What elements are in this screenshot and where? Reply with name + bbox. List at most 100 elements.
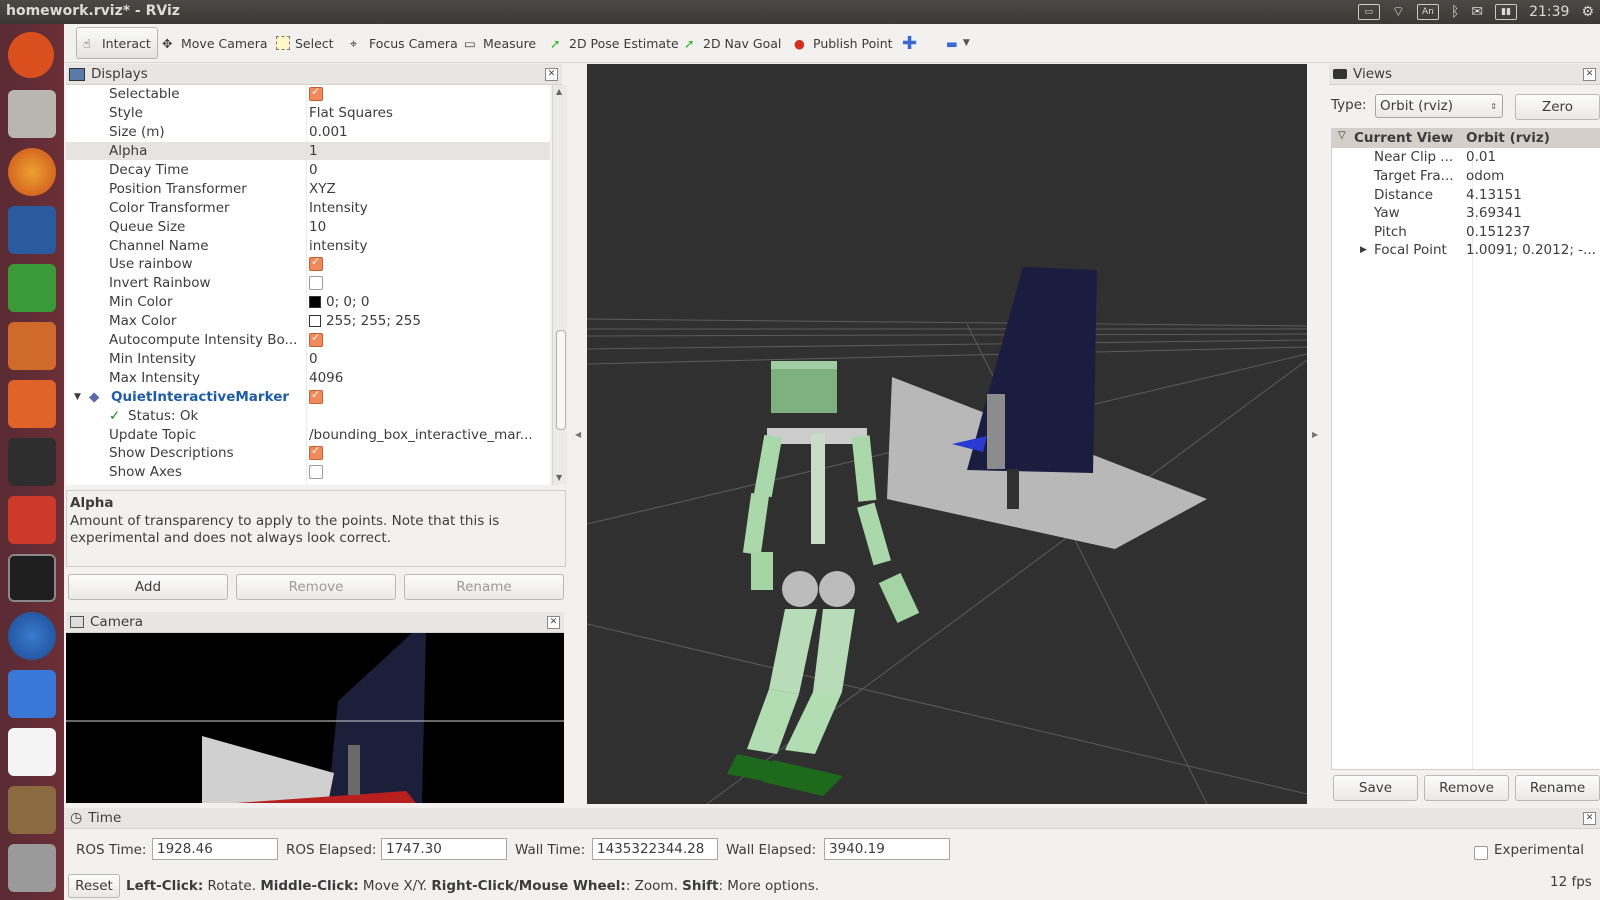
display-property-row[interactable]: Max Intensity 4096 [66, 369, 550, 388]
property-checkbox[interactable] [309, 276, 323, 291]
view-property-row[interactable]: Distance 4.13151 [1332, 185, 1600, 204]
property-value[interactable]: 4096 [309, 370, 343, 386]
interact-tool-button[interactable]: ☝ Interact [76, 27, 158, 59]
display-property-row[interactable]: Queue Size 10 [66, 217, 550, 236]
display-property-row[interactable]: Color Transformer Intensity [66, 198, 550, 217]
display-property-row[interactable]: Show Axes [66, 463, 550, 482]
property-value[interactable]: 255; 255; 255 [309, 313, 421, 329]
display-property-row[interactable]: Update Topic/bounding_box_interactive_ma… [66, 425, 550, 444]
right-splitter-handle[interactable]: ▶ [1312, 430, 1318, 439]
display-property-row[interactable]: Selectable [66, 85, 550, 104]
view-property-value[interactable]: 1.0091; 0.2012; -... [1466, 242, 1596, 258]
display-property-row[interactable]: ▼ ◆ QuietInteractiveMarker [66, 387, 550, 406]
property-value[interactable]: 10 [309, 219, 326, 235]
wall-elapsed-field[interactable]: 3940.19 [824, 838, 950, 860]
property-value[interactable]: Flat Squares [309, 105, 393, 121]
add-tool-button[interactable]: ✚ [902, 32, 917, 54]
view-property-row[interactable]: ▶ Focal Point 1.0091; 0.2012; -... [1332, 241, 1600, 260]
view-property-row[interactable]: Yaw 3.69341 [1332, 204, 1600, 223]
property-value[interactable]: intensity [309, 238, 368, 254]
scroll-up-arrow-icon[interactable]: ▲ [556, 87, 562, 96]
scrollbar-thumb[interactable] [556, 330, 566, 430]
display-property-row[interactable]: Invert Rainbow [66, 274, 550, 293]
nav-goal-tool-button[interactable]: ➚ 2D Nav Goal [684, 32, 781, 54]
display-property-row[interactable]: Size (m) 0.001 [66, 123, 550, 142]
calc-icon[interactable] [8, 264, 56, 312]
display-property-row[interactable]: Min Intensity 0 [66, 350, 550, 369]
display-property-row[interactable]: Use rainbow [66, 255, 550, 274]
battery-icon[interactable]: ▮▮ [1495, 4, 1518, 20]
experimental-checkbox[interactable] [1474, 846, 1488, 860]
display-property-row[interactable]: Decay Time 0 [66, 161, 550, 180]
property-checkbox[interactable] [309, 465, 323, 480]
left-splitter-handle[interactable]: ◀ [575, 430, 581, 439]
property-checkbox[interactable] [309, 444, 323, 461]
display-property-row[interactable]: Autocompute Intensity Bo... [66, 331, 550, 350]
docs-icon[interactable] [8, 670, 56, 718]
view-property-value[interactable]: 0.151237 [1466, 224, 1530, 240]
property-value[interactable] [309, 255, 323, 272]
property-checkbox[interactable] [309, 255, 323, 272]
software-center-icon[interactable] [8, 380, 56, 428]
input-method-indicator[interactable]: An [1416, 4, 1439, 20]
amazon-icon[interactable] [8, 438, 56, 486]
property-value[interactable]: Intensity [309, 200, 368, 216]
view-property-value[interactable]: 0.01 [1466, 149, 1496, 165]
property-value[interactable] [309, 388, 323, 404]
keyboard-icon[interactable]: ▭ [1357, 4, 1380, 20]
wall-time-field[interactable]: 1435322344.28 [592, 838, 718, 860]
view-property-row[interactable]: Pitch 0.151237 [1332, 222, 1600, 241]
scroll-down-arrow-icon[interactable]: ▼ [556, 473, 562, 482]
property-value[interactable]: 0 [309, 162, 318, 178]
property-checkbox[interactable] [309, 388, 323, 404]
measure-tool-button[interactable]: ▭ Measure [464, 32, 536, 54]
display-property-row[interactable]: Min Color 0; 0; 0 [66, 293, 550, 312]
chromium-icon[interactable] [8, 612, 56, 660]
close-icon[interactable]: ✕ [547, 616, 560, 629]
3d-render-view[interactable] [587, 64, 1307, 804]
ros-time-field[interactable]: 1928.46 [152, 838, 278, 860]
display-property-row[interactable]: ✓ Status: Ok [66, 406, 550, 425]
display-property-row[interactable]: Max Color 255; 255; 255 [66, 312, 550, 331]
property-value[interactable]: 0 [309, 351, 318, 367]
close-icon[interactable]: ✕ [1583, 68, 1596, 81]
property-value[interactable] [309, 444, 323, 461]
display-property-row[interactable]: Channel Name intensity [66, 236, 550, 255]
terminal-icon[interactable] [8, 554, 56, 602]
remove-tool-menu[interactable]: ▬ ▼ [946, 32, 970, 54]
property-value[interactable] [309, 331, 323, 348]
remove-display-button[interactable]: Remove [236, 574, 396, 600]
view-property-value[interactable]: odom [1466, 168, 1504, 184]
select-tool-button[interactable]: Select [276, 32, 334, 54]
view-property-value[interactable]: 4.13151 [1466, 187, 1522, 203]
property-value[interactable] [309, 465, 323, 480]
camera-view[interactable] [66, 633, 564, 803]
rename-display-button[interactable]: Rename [404, 574, 564, 600]
display-property-row[interactable]: Position Transformer XYZ [66, 180, 550, 199]
expand-arrow-icon[interactable]: ▼ [74, 392, 81, 402]
current-view-row[interactable]: ▽ Current View Orbit (rviz) [1332, 129, 1600, 148]
bluetooth-icon[interactable]: ᛒ [1451, 4, 1459, 20]
mail-icon[interactable]: ✉ [1471, 4, 1483, 20]
close-icon[interactable]: ✕ [1583, 812, 1596, 825]
rename-view-button[interactable]: Rename [1515, 775, 1600, 801]
remove-view-button[interactable]: Remove [1424, 775, 1509, 801]
view-property-row[interactable]: Near Clip ... 0.01 [1332, 148, 1600, 167]
move-camera-tool-button[interactable]: ✥ Move Camera [162, 32, 268, 54]
ubuntu-logo-icon[interactable] [8, 32, 54, 78]
color-swatch[interactable] [309, 296, 321, 309]
property-value[interactable]: 0.001 [309, 124, 348, 140]
workspace-icon[interactable] [8, 786, 56, 834]
expand-arrow-icon[interactable]: ▶ [1360, 245, 1367, 255]
reset-button[interactable]: Reset [68, 874, 120, 898]
wifi-icon[interactable]: ⌔ [1392, 3, 1405, 21]
property-value[interactable]: /bounding_box_interactive_mar... [309, 427, 533, 443]
displays-scrollbar[interactable]: ▲ ▼ [552, 85, 567, 485]
save-view-button[interactable]: Save [1333, 775, 1418, 801]
firefox-icon[interactable] [8, 148, 56, 196]
settings-gear-icon[interactable]: ⚙ [1581, 4, 1594, 20]
system-settings-icon[interactable] [8, 496, 56, 544]
zero-view-button[interactable]: Zero [1515, 94, 1600, 120]
view-type-select[interactable]: Orbit (rviz) ⇕ [1375, 94, 1503, 118]
display-property-row[interactable]: Style Flat Squares [66, 104, 550, 123]
